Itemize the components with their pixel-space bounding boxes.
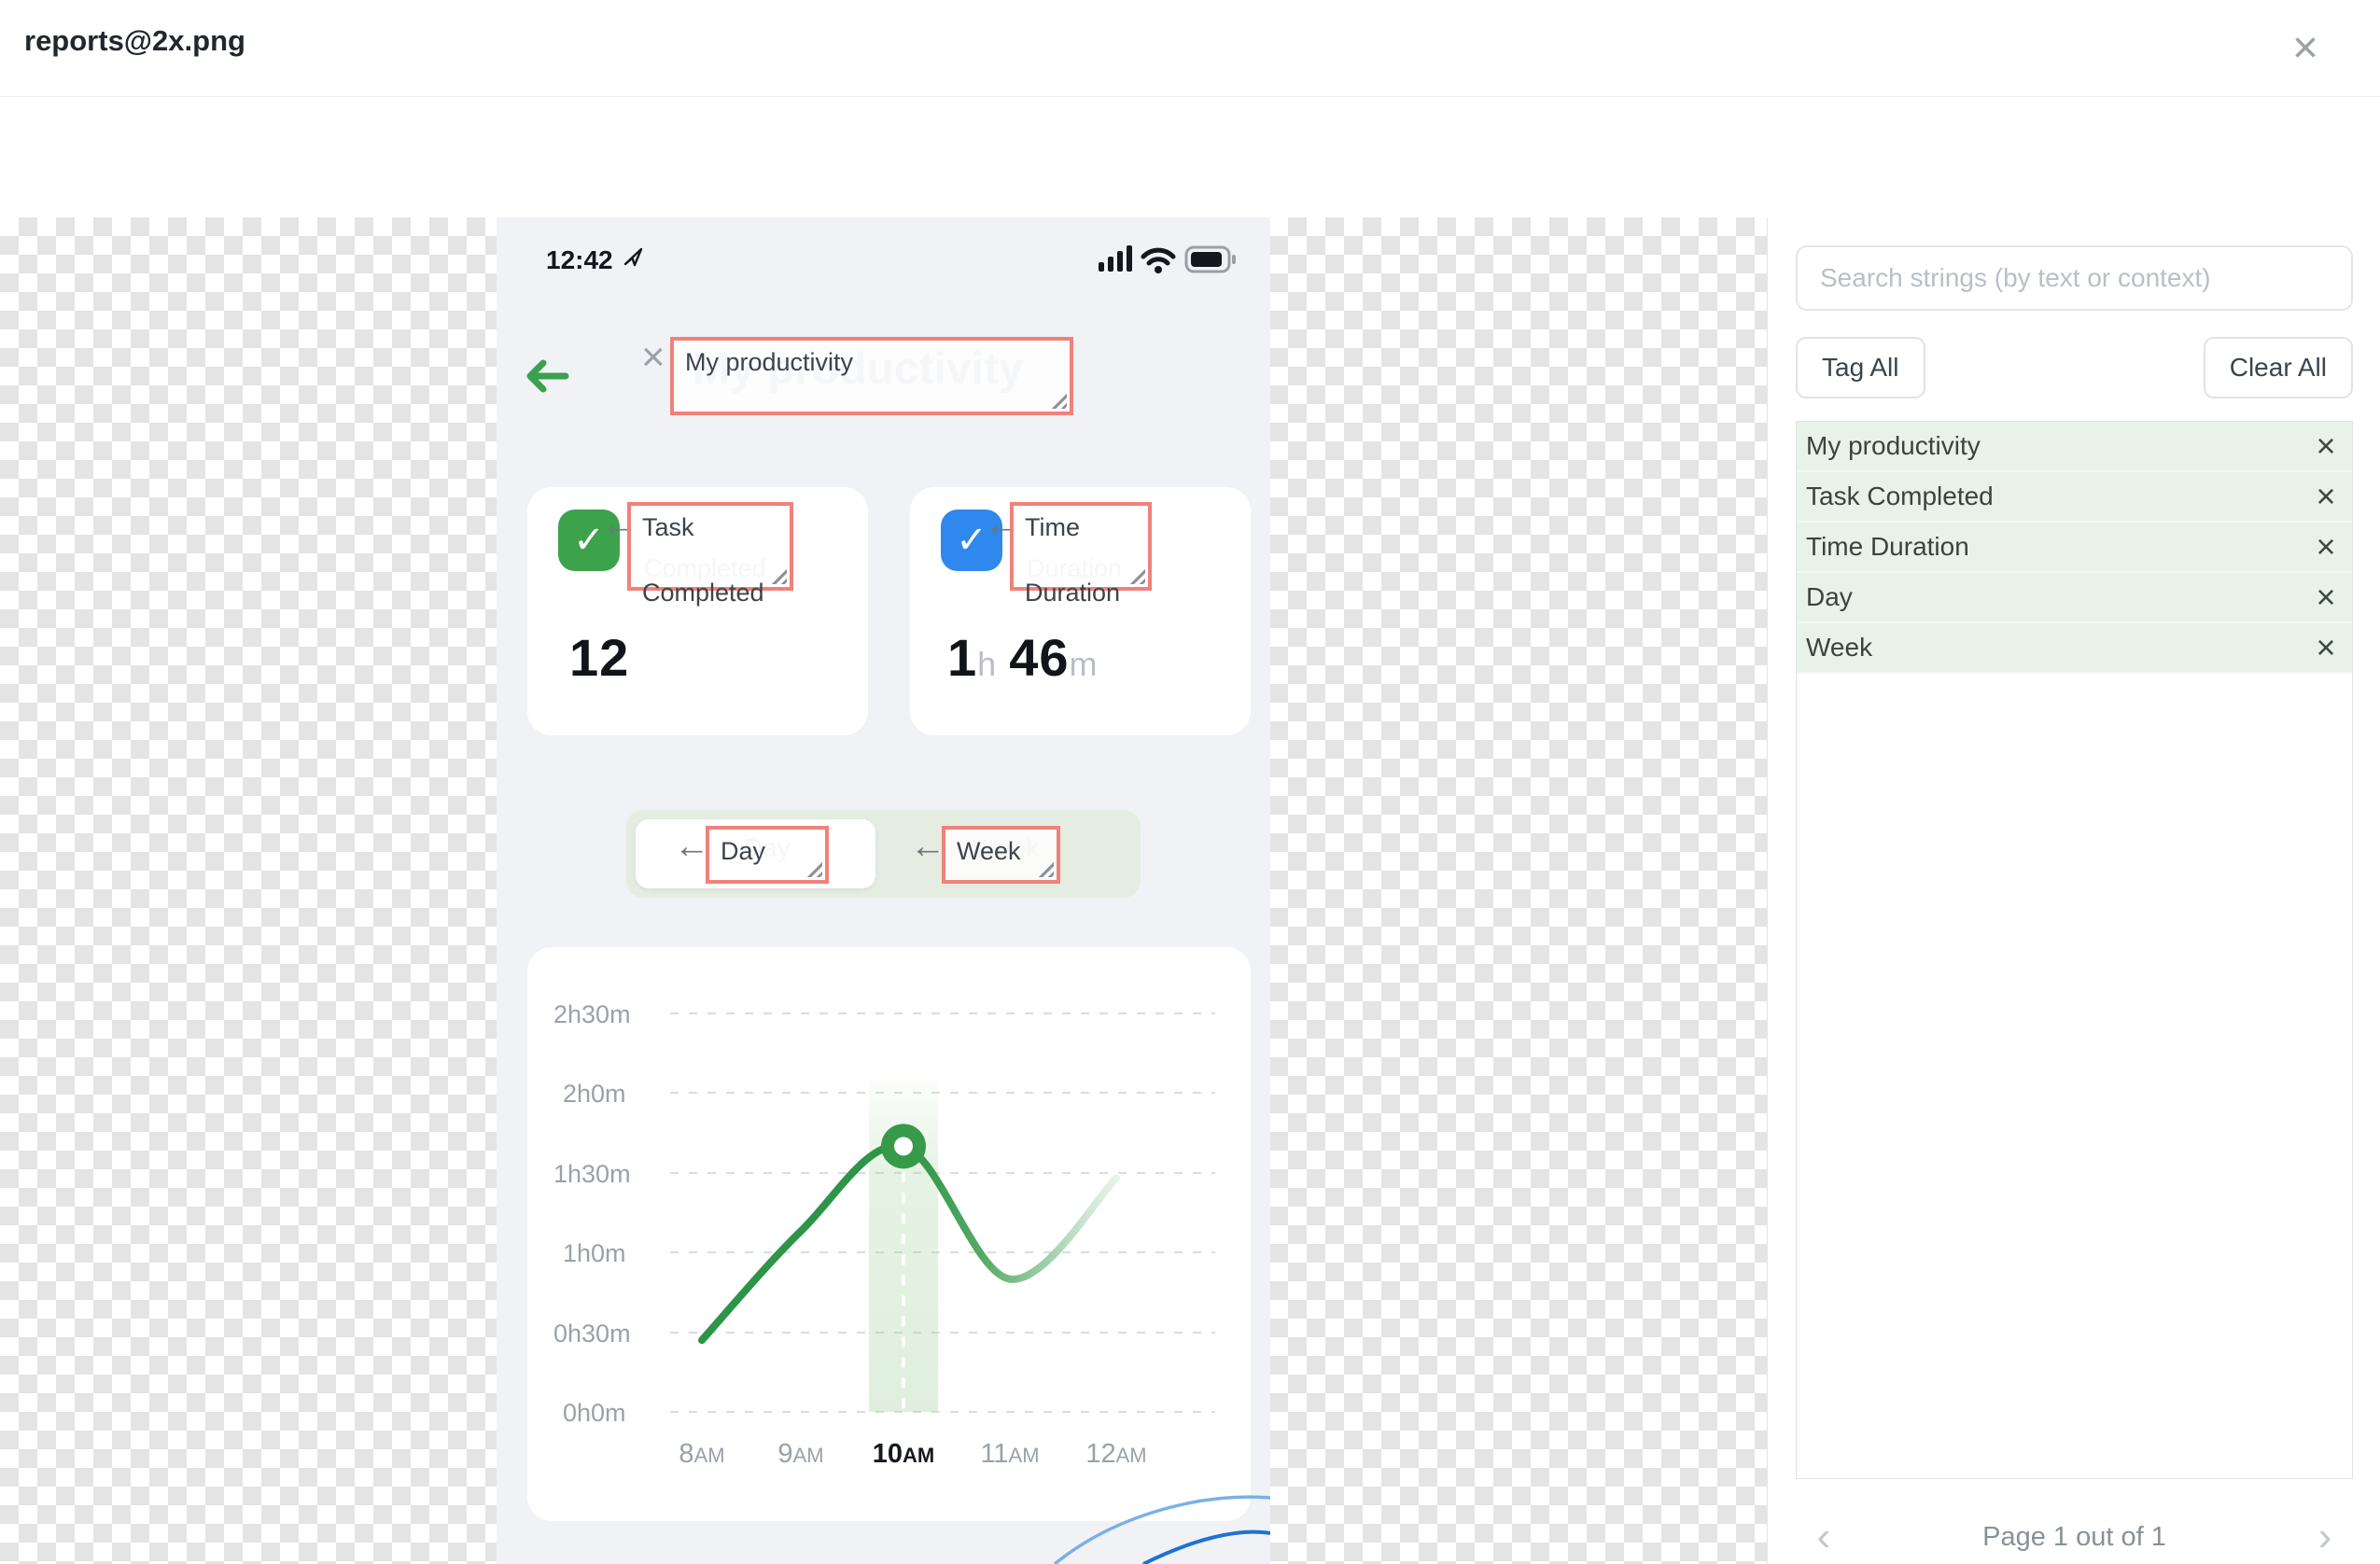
string-row[interactable]: Day × — [1797, 573, 2352, 623]
string-tag-text: Time Duration — [1014, 506, 1148, 615]
prev-page-icon[interactable]: ‹ — [1796, 1516, 1852, 1557]
minutes-unit: m — [1069, 645, 1098, 683]
string-row[interactable]: Week × — [1797, 623, 2352, 674]
location-arrow-icon — [623, 245, 645, 275]
tag-all-button[interactable]: Tag All — [1796, 337, 1925, 398]
tag-line-1: Time — [1025, 513, 1080, 541]
string-row-label: Time Duration — [1806, 532, 1969, 561]
tag-line-2: Completed — [642, 579, 764, 607]
string-tag-task-completed[interactable]: Task Completed — [627, 502, 793, 607]
time-duration-value: 1 h 46 m — [947, 627, 1097, 688]
hours-unit: h — [977, 645, 997, 683]
status-icons — [1099, 244, 1239, 280]
string-row-label: Task Completed — [1806, 482, 1994, 510]
phone-screenshot: 12:42 × My productivity ✓ 12 ← Task Comp… — [497, 217, 1270, 1564]
decorative-blue-curves — [1053, 1495, 1270, 1564]
toolbar: Filter strings: /productivity.csv String… — [0, 97, 2380, 305]
x-tick-11am: 11AM — [980, 1439, 1040, 1469]
productivity-chart-card: 2h30m 2h0m 1h30m 1h0m 0h30m 0h0m 8AM 9AM… — [527, 947, 1251, 1521]
string-tag-text: Day — [721, 837, 766, 865]
string-tag-text: My productivity — [685, 348, 854, 376]
gridlines — [670, 1012, 1215, 1413]
tag-origin-arrow-icon: ← — [910, 827, 945, 866]
string-tagging-app: reports@2x.png × 12:42 × My productivity… — [0, 0, 2380, 1564]
window-header: reports@2x.png × — [0, 0, 2380, 97]
string-tag-text: Task Completed — [631, 506, 790, 615]
strings-sidebar: Tag All Clear All My productivity × Task… — [1767, 217, 2380, 1564]
remove-string-icon[interactable]: × — [2300, 429, 2352, 463]
string-row[interactable]: Task Completed × — [1797, 472, 2352, 523]
search-input[interactable] — [1796, 245, 2353, 311]
clear-all-button[interactable]: Clear All — [2203, 337, 2353, 398]
editor-canvas[interactable]: 12:42 × My productivity ✓ 12 ← Task Comp… — [0, 217, 1767, 1564]
hours-value: 1 — [947, 628, 978, 687]
x-tick-9am: 9AM — [777, 1439, 824, 1469]
signal-bars-icon — [1099, 245, 1132, 272]
string-row-label: Day — [1806, 582, 1853, 611]
task-completed-value: 12 — [569, 628, 630, 687]
string-tag-day[interactable]: Day — [706, 826, 829, 884]
tag-line-1: Task — [642, 513, 694, 541]
x-tick-12am: 12AM — [1085, 1439, 1147, 1469]
string-tag-time-duration[interactable]: Time Duration — [1010, 502, 1152, 607]
next-page-icon[interactable]: › — [2297, 1516, 2353, 1557]
battery-icon — [1184, 245, 1236, 273]
string-tag-my-productivity[interactable]: My productivity — [670, 337, 1073, 415]
wifi-icon — [1141, 247, 1176, 273]
tag-origin-arrow-icon: ← — [674, 827, 709, 866]
remove-string-icon[interactable]: × — [2300, 580, 2352, 614]
line-chart — [670, 1012, 1215, 1413]
close-icon[interactable]: × — [2277, 21, 2333, 77]
back-arrow-icon[interactable] — [525, 357, 569, 399]
tag-remove-x-icon[interactable]: × — [641, 334, 665, 381]
string-tag-week[interactable]: Week — [942, 826, 1060, 884]
resize-handle[interactable] — [1050, 392, 1067, 409]
strings-list: My productivity × Task Completed × Time … — [1796, 421, 2353, 1479]
tag-line-2: Duration — [1025, 579, 1121, 607]
string-row[interactable]: Time Duration × — [1797, 523, 2352, 573]
x-tick-10am: 10AM — [872, 1439, 935, 1469]
status-time: 12:42 — [546, 245, 613, 274]
highlight-point-center — [894, 1137, 913, 1156]
remove-string-icon[interactable]: × — [2300, 480, 2352, 513]
minutes-value: 46 — [1009, 628, 1070, 687]
file-title: reports@2x.png — [24, 24, 245, 57]
remove-string-icon[interactable]: × — [2300, 530, 2352, 564]
page-indicator: Page 1 out of 1 — [1982, 1521, 2166, 1552]
pagination: ‹ Page 1 out of 1 › — [1796, 1516, 2353, 1557]
string-row[interactable]: My productivity × — [1797, 422, 2352, 472]
string-row-label: Week — [1806, 633, 1873, 662]
x-tick-8am: 8AM — [679, 1439, 725, 1469]
string-tag-text: Week — [957, 837, 1021, 865]
remove-string-icon[interactable]: × — [2300, 631, 2352, 664]
status-bar: 12:42 — [546, 245, 645, 275]
string-row-label: My productivity — [1806, 431, 1981, 460]
